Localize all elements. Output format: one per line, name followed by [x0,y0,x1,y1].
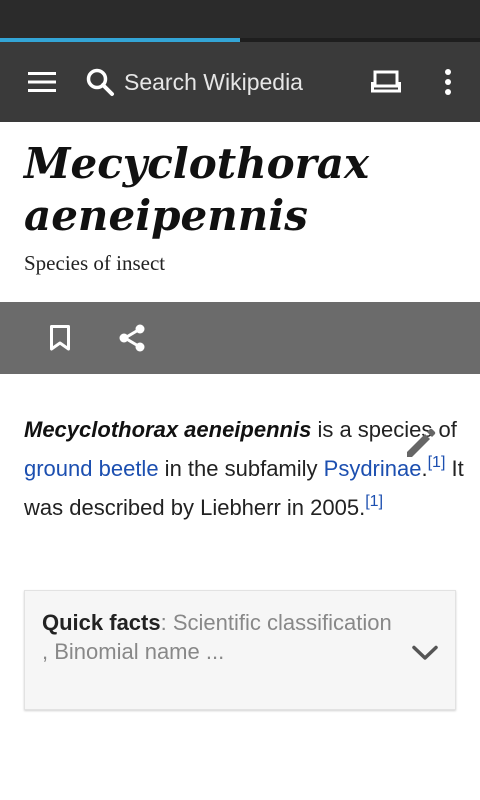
chevron-down-icon [412,645,438,660]
quick-facts-box[interactable]: Quick facts: Scientific classification ,… [24,590,456,710]
overflow-menu-icon [445,69,451,95]
page-description: Species of insect [24,251,166,275]
overflow-menu-button[interactable] [420,54,476,110]
pencil-icon [407,428,436,457]
share-button[interactable] [106,314,158,362]
tabs-button[interactable] [358,54,414,110]
reference-link-2[interactable]: [1] [365,493,383,510]
quick-facts-text: Quick facts: Scientific classification ,… [42,608,392,666]
bookmark-button[interactable] [34,314,86,362]
bold-term: Mecyclothorax aeneipennis [24,417,312,442]
page-title: Mecyclothorax aeneipennis [24,139,370,240]
status-bar [0,0,480,38]
quick-facts-heading: Quick facts [42,610,161,635]
search-bar[interactable]: Search Wikipedia [84,56,344,108]
toolbar: Search Wikipedia [0,42,480,122]
link-ground-beetle[interactable]: ground beetle [24,456,159,481]
expand-button[interactable] [407,635,443,671]
article-header: Mecyclothorax aeneipennis Species of ins… [0,122,480,302]
reference-marker: [1] [365,493,383,510]
lead-text: in the subfamily [158,456,324,481]
tabs-icon [371,70,401,93]
edit-section-button[interactable] [396,420,444,468]
search-label: Search Wikipedia [124,68,303,95]
menu-icon [28,72,56,92]
menu-button[interactable] [14,54,70,110]
article-action-bar [0,302,480,374]
bookmark-icon [50,325,70,351]
share-icon [119,324,145,352]
search-icon [84,66,116,98]
